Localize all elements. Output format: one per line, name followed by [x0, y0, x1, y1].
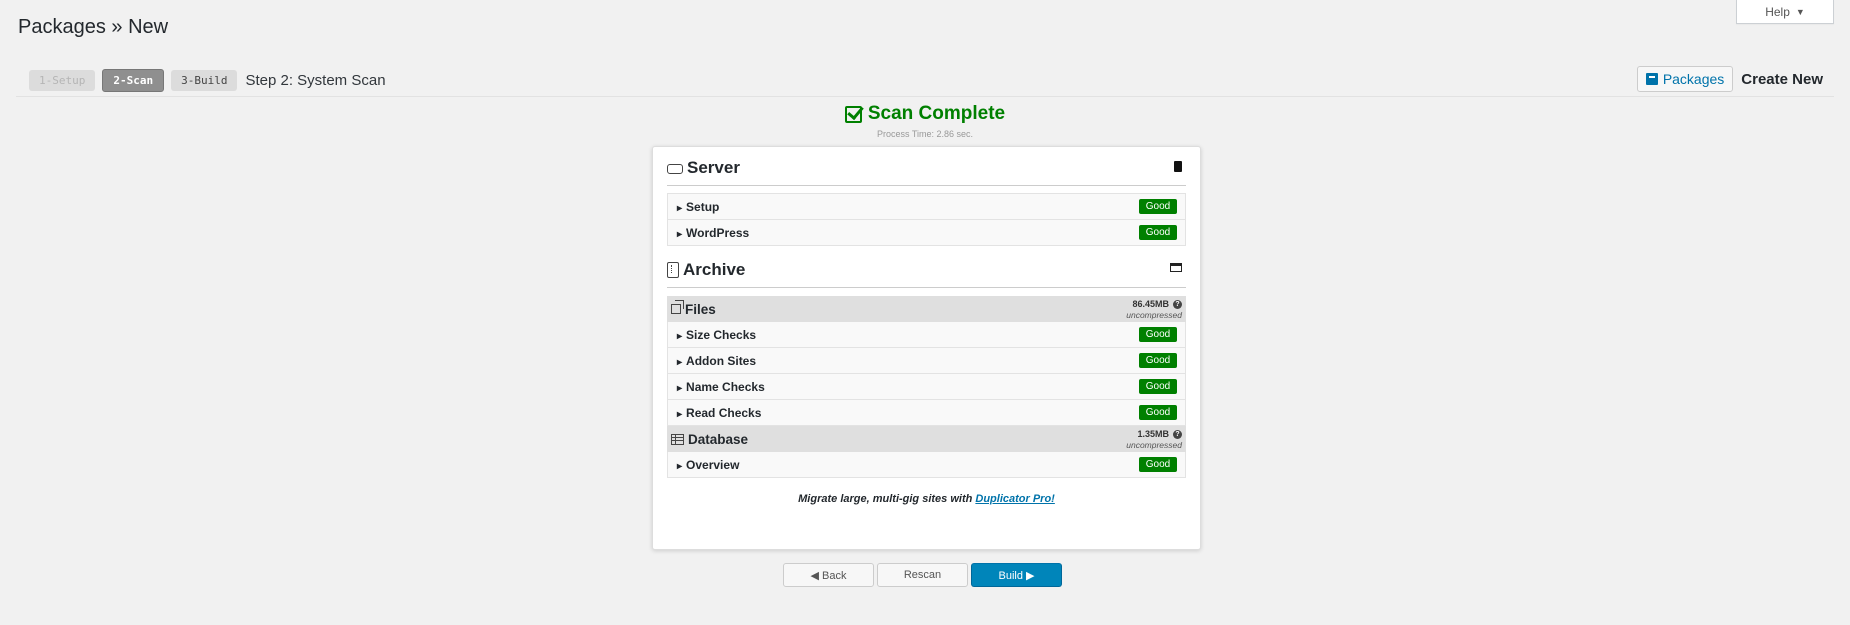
- check-square-icon: [844, 105, 862, 123]
- check-row-name-checks[interactable]: Name Checks Good: [667, 374, 1186, 400]
- copy-files-icon: [671, 300, 684, 314]
- chevron-down-icon: ▼: [1795, 6, 1805, 17]
- status-badge: Good: [1139, 379, 1177, 394]
- packages-button[interactable]: Packages: [1636, 66, 1734, 92]
- files-size-value: 86.45MB: [1132, 299, 1169, 309]
- archive-box-icon: [1645, 73, 1658, 85]
- check-row-size-checks[interactable]: Size Checks Good: [667, 322, 1186, 348]
- archive-title: Archive: [683, 259, 746, 279]
- server-section-header[interactable]: Server: [667, 150, 1186, 186]
- check-row-addon-sites[interactable]: Addon Sites Good: [667, 348, 1186, 374]
- check-row-wordpress[interactable]: WordPress Good: [667, 220, 1186, 246]
- promo-text: Migrate large, multi-gig sites with: [798, 493, 976, 505]
- status-badge: Good: [1139, 199, 1177, 214]
- row-label: WordPress: [677, 226, 749, 240]
- rescan-button[interactable]: Rescan: [877, 563, 968, 587]
- scan-header: Scan Complete Process Time: 2.86 sec.: [0, 103, 1850, 139]
- status-badge: Good: [1139, 457, 1177, 472]
- promo-message: Migrate large, multi-gig sites with Dupl…: [653, 493, 1200, 505]
- question-circle-icon[interactable]: ?: [1173, 300, 1182, 309]
- files-size-note: uncompressed: [1126, 310, 1182, 320]
- files-group-header: Files 86.45MB? uncompressed: [667, 296, 1186, 322]
- archive-section-header[interactable]: Archive: [667, 252, 1186, 288]
- help-tab[interactable]: Help ▼: [1736, 0, 1834, 24]
- page-title: Packages » New: [18, 16, 169, 38]
- archive-rows: Files 86.45MB? uncompressed Size Checks …: [667, 296, 1186, 478]
- row-label: Overview: [677, 458, 739, 472]
- step-scan: 2-Scan: [102, 69, 165, 92]
- file-archive-icon: [667, 261, 679, 278]
- step-title: Step 2: System Scan: [245, 72, 386, 89]
- toggle-window-icon[interactable]: [1170, 263, 1182, 272]
- files-size: 86.45MB? uncompressed: [1126, 298, 1182, 320]
- row-label: Name Checks: [677, 380, 765, 394]
- status-badge: Good: [1139, 327, 1177, 342]
- step-setup: 1-Setup: [29, 70, 96, 91]
- status-badge: Good: [1139, 405, 1177, 420]
- step-build: 3-Build: [171, 70, 238, 91]
- check-row-setup[interactable]: Setup Good: [667, 193, 1186, 220]
- row-label: Setup: [677, 200, 719, 214]
- scan-title: Scan Complete: [844, 103, 1006, 125]
- row-label: Addon Sites: [677, 354, 756, 368]
- toggle-maximize-icon[interactable]: [1174, 161, 1182, 172]
- files-title: Files: [685, 301, 716, 317]
- wizard-actions: ◀ Back Rescan Build ▶: [783, 563, 1062, 587]
- table-icon: [671, 433, 684, 445]
- scan-title-text: Scan Complete: [867, 103, 1006, 124]
- wizard-steps: 1-Setup 2-Scan 3-Build Step 2: System Sc…: [29, 69, 386, 92]
- database-group-header: Database 1.35MB? uncompressed: [667, 426, 1186, 452]
- scan-results-panel: Server Setup Good WordPress Good Archive…: [652, 146, 1201, 550]
- check-row-read-checks[interactable]: Read Checks Good: [667, 400, 1186, 426]
- server-title: Server: [687, 157, 740, 177]
- divider: [16, 96, 1834, 97]
- status-badge: Good: [1139, 353, 1177, 368]
- database-size: 1.35MB? uncompressed: [1126, 428, 1182, 450]
- help-label: Help: [1765, 4, 1790, 19]
- duplicator-pro-link[interactable]: Duplicator Pro!: [975, 493, 1054, 505]
- row-label: Read Checks: [677, 406, 761, 420]
- row-label: Size Checks: [677, 328, 756, 342]
- build-button[interactable]: Build ▶: [971, 563, 1062, 587]
- create-new-link[interactable]: Create New: [1741, 71, 1823, 88]
- back-button[interactable]: ◀ Back: [783, 563, 874, 587]
- question-circle-icon[interactable]: ?: [1173, 430, 1182, 439]
- process-time: Process Time: 2.86 sec.: [876, 128, 974, 139]
- check-row-overview[interactable]: Overview Good: [667, 452, 1186, 478]
- status-badge: Good: [1139, 225, 1177, 240]
- top-actions: Packages Create New: [1636, 66, 1823, 92]
- database-size-note: uncompressed: [1126, 440, 1182, 450]
- database-size-value: 1.35MB: [1137, 429, 1169, 439]
- database-title: Database: [688, 431, 749, 447]
- hdd-icon: [667, 163, 683, 174]
- packages-label: Packages: [1662, 71, 1725, 87]
- server-rows: Setup Good WordPress Good: [667, 193, 1186, 246]
